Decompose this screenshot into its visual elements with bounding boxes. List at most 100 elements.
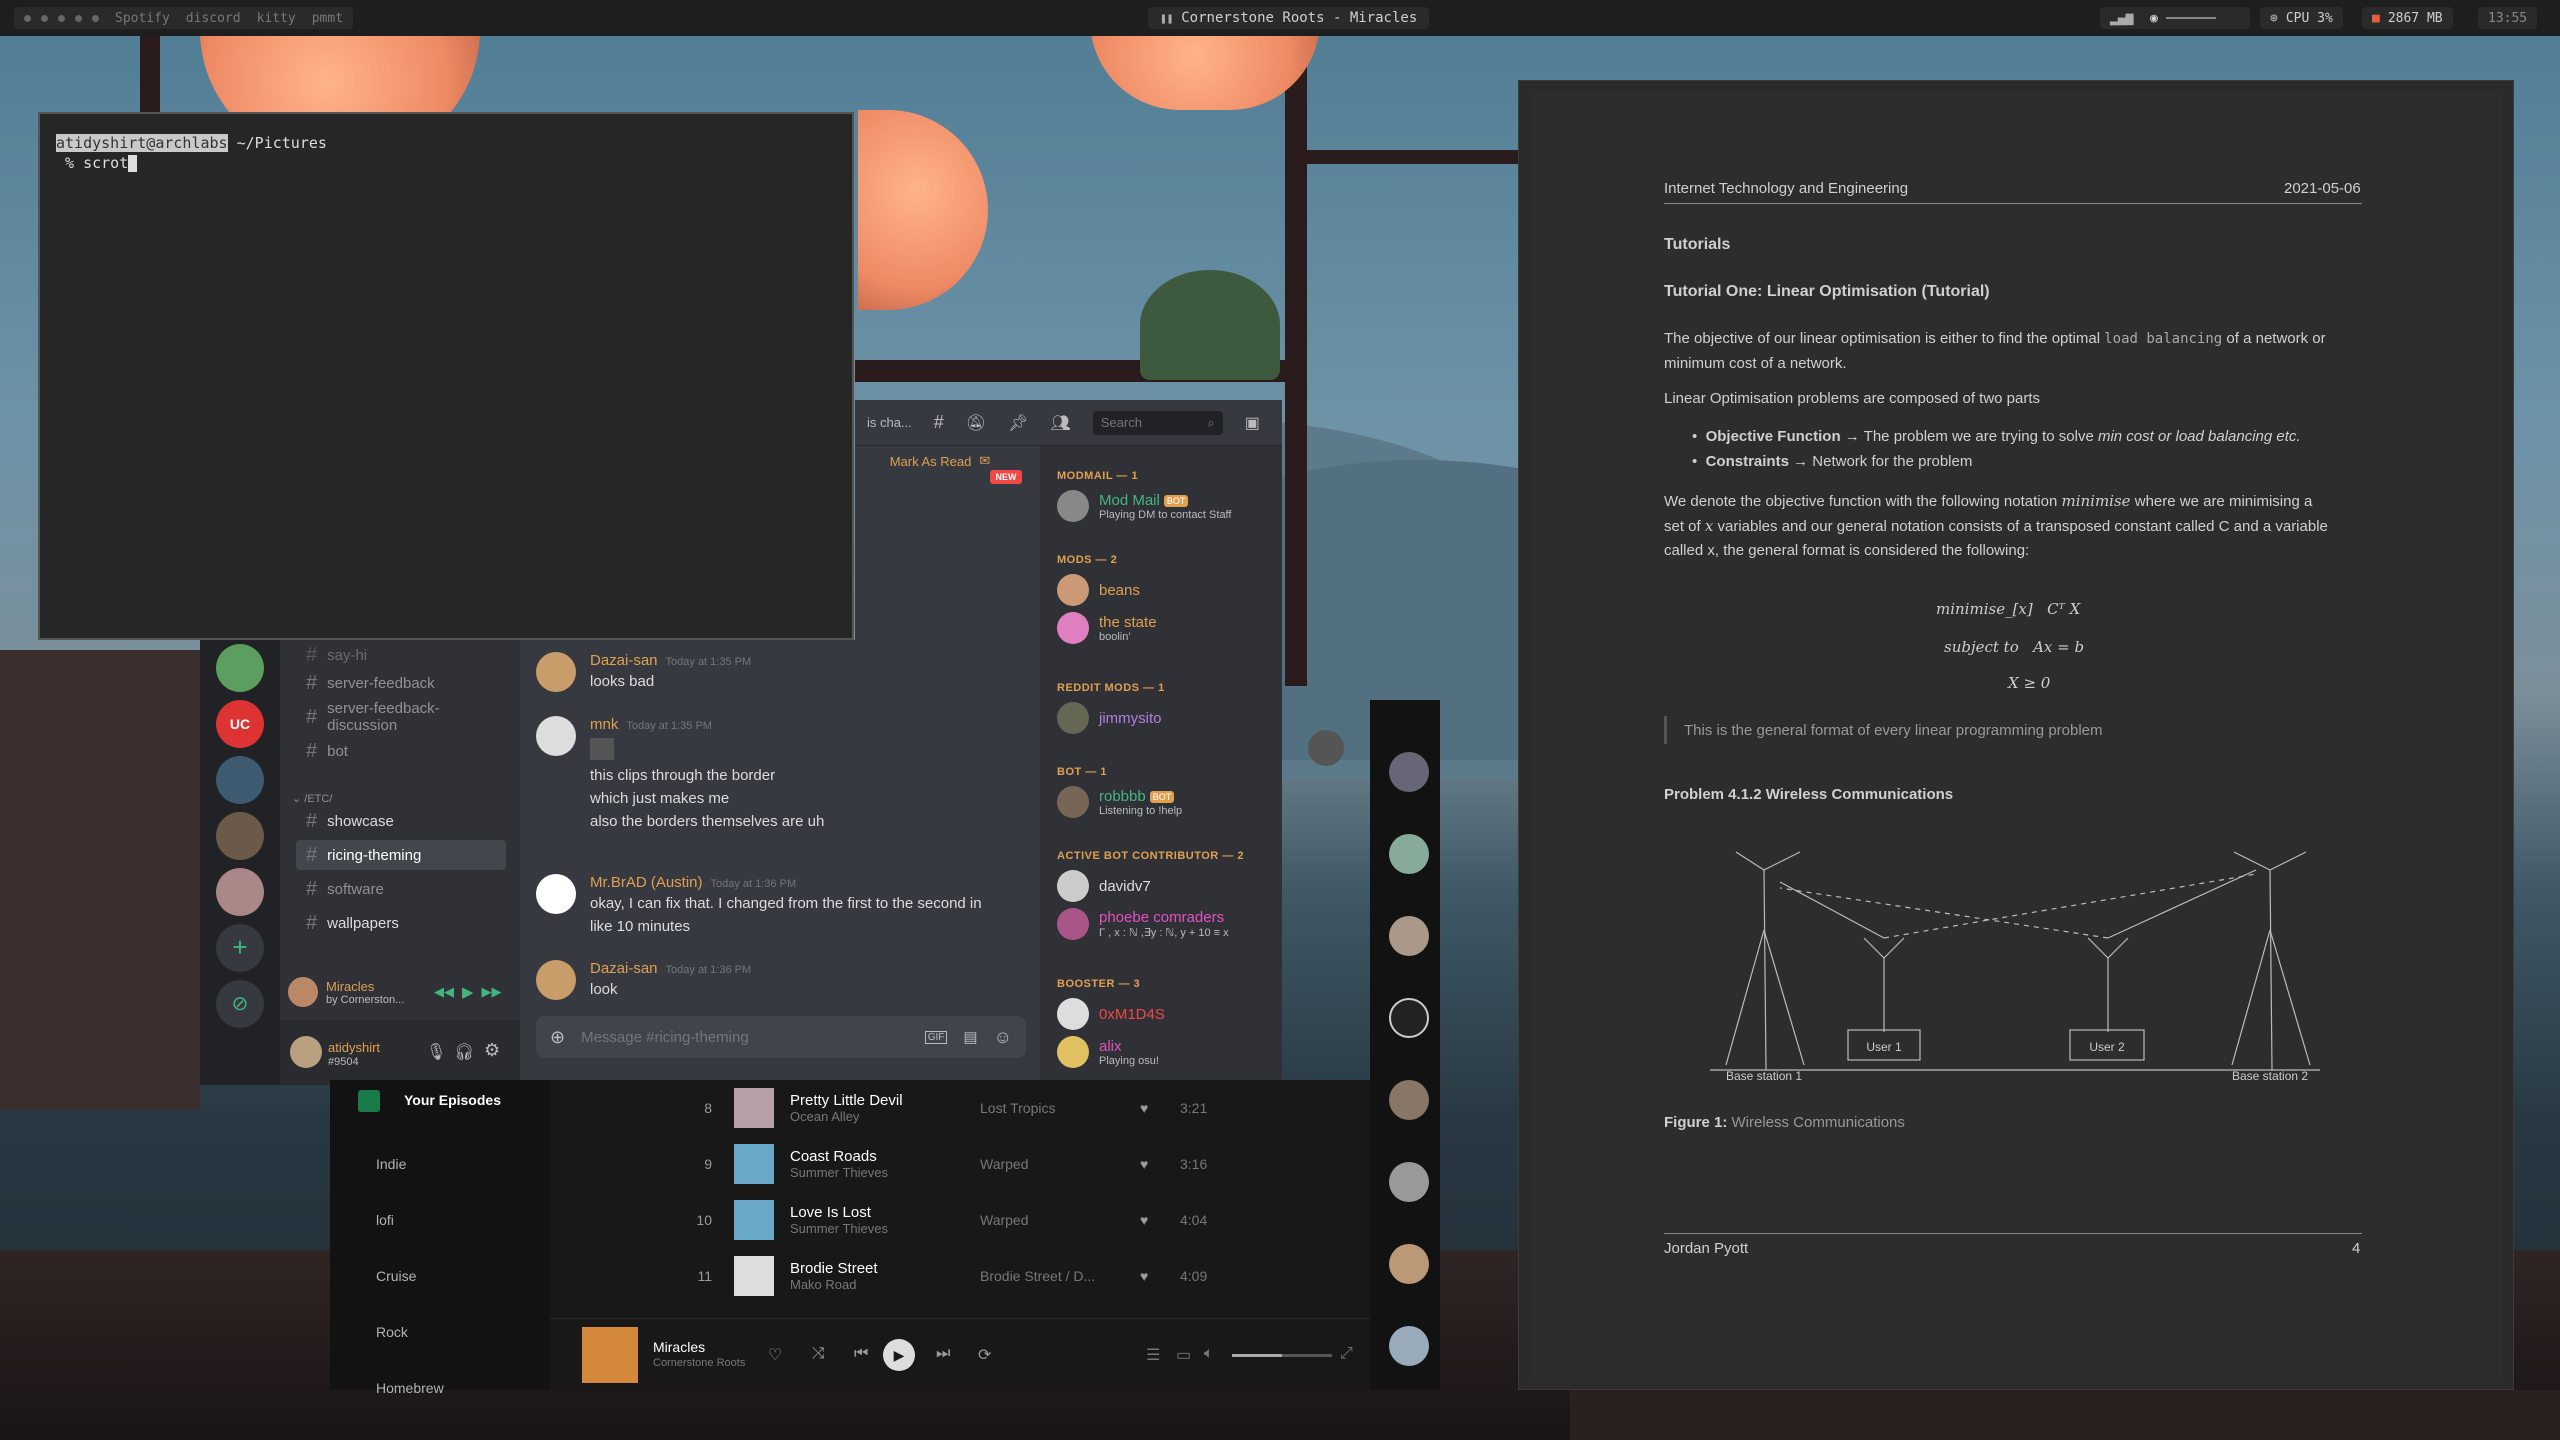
friend-avatar[interactable] <box>1389 998 1429 1038</box>
member-item[interactable]: alix Playing osu! <box>1057 1036 1159 1068</box>
command-line[interactable]: % scrot <box>56 154 836 172</box>
channel-wallpapers[interactable]: # wallpapers <box>296 908 506 938</box>
user-avatar[interactable] <box>1308 730 1344 766</box>
track-album[interactable]: Brodie Street / D... <box>980 1268 1140 1284</box>
workspace-discord[interactable]: discord <box>186 11 241 26</box>
track-album[interactable]: Warped <box>980 1156 1140 1172</box>
volume-slider[interactable] <box>2165 17 2216 19</box>
workspace-spotify[interactable]: Spotify <box>115 11 170 26</box>
track-row[interactable]: 9 Coast Roads Summer Thieves Warped ♥ 3:16 <box>690 1138 1230 1190</box>
member-item[interactable]: jimmysito <box>1057 702 1162 734</box>
member-item[interactable]: davidv7 <box>1057 870 1151 902</box>
member-item[interactable]: 0xM1D4S <box>1057 998 1165 1030</box>
play-button[interactable]: ▶ <box>883 1339 915 1371</box>
track-row[interactable]: 8 Pretty Little Devil Ocean Alley Lost Trop… <box>690 1082 1230 1134</box>
sidebar-item-your-episodes[interactable]: Your Episodes <box>404 1092 501 1108</box>
member-item[interactable]: Mod Mail BOT Playing DM to contact Staff <box>1057 490 1231 522</box>
server-icon[interactable] <box>216 868 264 916</box>
settings-gear-icon[interactable]: ⚙ <box>484 1040 500 1061</box>
workspace-pmmt[interactable]: pmmt <box>312 11 343 26</box>
headphones-icon[interactable]: 🎧︎ <box>454 1042 474 1062</box>
fullscreen-icon[interactable]: ⤢ <box>1340 1345 1353 1363</box>
sidebar-item-cruise[interactable]: Cruise <box>376 1268 416 1284</box>
friend-avatar[interactable] <box>1389 1162 1429 1202</box>
message-input[interactable]: ⊕ Message #ricing-theming GIF ▤ ☺ <box>536 1016 1026 1058</box>
pin-icon[interactable]: 📌︎ <box>1008 413 1028 433</box>
channel-say-hi[interactable]: # say-hi <box>296 640 506 670</box>
track-row[interactable]: 11 Brodie Street Mako Road Brodie Street / … <box>690 1250 1230 1302</box>
channel-topic[interactable]: is cha... <box>867 415 912 430</box>
track-artist[interactable]: Mako Road <box>790 1277 980 1292</box>
sidebar-item-lofi[interactable]: lofi <box>376 1212 394 1228</box>
heart-icon[interactable]: ♡ <box>768 1345 782 1365</box>
message-author[interactable]: Dazai-san <box>590 652 658 669</box>
explore-icon[interactable]: ⊘ <box>216 980 264 1028</box>
friend-avatar[interactable] <box>1389 834 1429 874</box>
channel-server-feedback[interactable]: # server-feedback <box>296 668 506 698</box>
avatar[interactable] <box>536 652 576 692</box>
emoji-icon[interactable]: ☺ <box>994 1027 1012 1048</box>
message-author[interactable]: mnk <box>590 716 618 733</box>
next-icon[interactable]: ⏭︎ <box>936 1345 950 1363</box>
server-icon[interactable] <box>216 644 264 692</box>
server-icon[interactable]: UC <box>216 700 264 748</box>
player-title[interactable]: Miracles <box>653 1339 705 1355</box>
track-row[interactable]: 10 Love Is Lost Summer Thieves Warped ♥ 4:04 <box>690 1194 1230 1246</box>
channel-showcase[interactable]: # showcase <box>296 806 506 836</box>
volume-widget[interactable]: ◉ <box>2140 7 2250 29</box>
workspace-dot[interactable] <box>75 14 82 22</box>
channel-server-feedback-discussion[interactable]: # server-feedback-discussion <box>296 700 506 734</box>
sidebar-item-indie[interactable]: Indie <box>376 1156 406 1172</box>
message-author[interactable]: Mr.BrAD (Austin) <box>590 874 703 891</box>
friend-avatar[interactable] <box>1389 1244 1429 1284</box>
channel-ricing-theming[interactable]: # ricing-theming <box>296 840 506 870</box>
search-input[interactable]: Search ⌕ <box>1092 410 1223 435</box>
avatar[interactable] <box>290 1036 322 1068</box>
avatar[interactable] <box>536 716 576 756</box>
category-etc[interactable]: ⌄ /ETC/ <box>292 792 332 805</box>
member-item[interactable]: robbbb BOT Listening to !help <box>1057 786 1182 818</box>
track-album[interactable]: Warped <box>980 1212 1140 1228</box>
friend-avatar[interactable] <box>1389 916 1429 956</box>
add-server-icon[interactable]: + <box>216 924 264 972</box>
channel-bot[interactable]: # bot <box>296 736 506 766</box>
now-playing-widget[interactable]: ❚❚ Cornerstone Roots - Miracles <box>1148 7 1430 29</box>
attach-plus-icon[interactable]: ⊕ <box>550 1027 565 1048</box>
workspace-dot[interactable] <box>41 14 48 22</box>
shuffle-icon[interactable]: ⤨ <box>812 1345 825 1363</box>
message-author[interactable]: Dazai-san <box>590 960 658 977</box>
devices-icon[interactable]: ▭ <box>1176 1345 1191 1365</box>
member-item[interactable]: phoebe comraders Γ , x : ℕ ,∃y : ℕ, y + 1… <box>1057 908 1229 940</box>
gif-button[interactable]: GIF <box>924 1030 948 1044</box>
track-artist[interactable]: Summer Thieves <box>790 1221 980 1236</box>
next-icon[interactable]: ▶▶ <box>482 984 502 1000</box>
workspace-switcher[interactable]: Spotify discord kitty pmmt <box>14 7 354 29</box>
friend-avatar[interactable] <box>1389 752 1429 792</box>
queue-icon[interactable]: ☰ <box>1146 1345 1160 1365</box>
member-item[interactable]: the state boolin' <box>1057 612 1157 644</box>
sticker-icon[interactable]: ▤ <box>963 1028 977 1046</box>
members-icon[interactable]: 👥︎ <box>1050 413 1070 433</box>
friend-avatar[interactable] <box>1389 1326 1429 1366</box>
player-artist[interactable]: Cornerstone Roots <box>653 1357 745 1369</box>
avatar[interactable] <box>536 960 576 1000</box>
inbox-icon[interactable]: ▣ <box>1245 413 1260 433</box>
previous-icon[interactable]: ◀◀ <box>434 984 454 1000</box>
microphone-icon[interactable]: 🎙︎ <box>426 1042 446 1062</box>
previous-icon[interactable]: ⏮︎ <box>854 1345 868 1363</box>
volume-icon[interactable]: 🔈︎ <box>1204 1345 1214 1363</box>
sidebar-item-homebrew[interactable]: Homebrew <box>376 1380 444 1396</box>
volume-slider[interactable] <box>1232 1354 1332 1357</box>
channel-software[interactable]: # software <box>296 874 506 904</box>
track-album[interactable]: Lost Tropics <box>980 1100 1140 1116</box>
repeat-icon[interactable]: ⟳ <box>978 1345 991 1365</box>
mute-icon[interactable]: 🔕︎ <box>966 413 986 433</box>
server-icon[interactable] <box>216 756 264 804</box>
heart-icon[interactable]: ♥ <box>1140 1268 1180 1284</box>
play-icon[interactable]: ▶ <box>462 983 474 1001</box>
threads-icon[interactable]: # <box>934 412 944 433</box>
sidebar-item-rock[interactable]: Rock <box>376 1324 408 1340</box>
server-icon[interactable] <box>216 812 264 860</box>
track-artist[interactable]: Summer Thieves <box>790 1165 980 1180</box>
track-artist[interactable]: Ocean Alley <box>790 1109 980 1124</box>
